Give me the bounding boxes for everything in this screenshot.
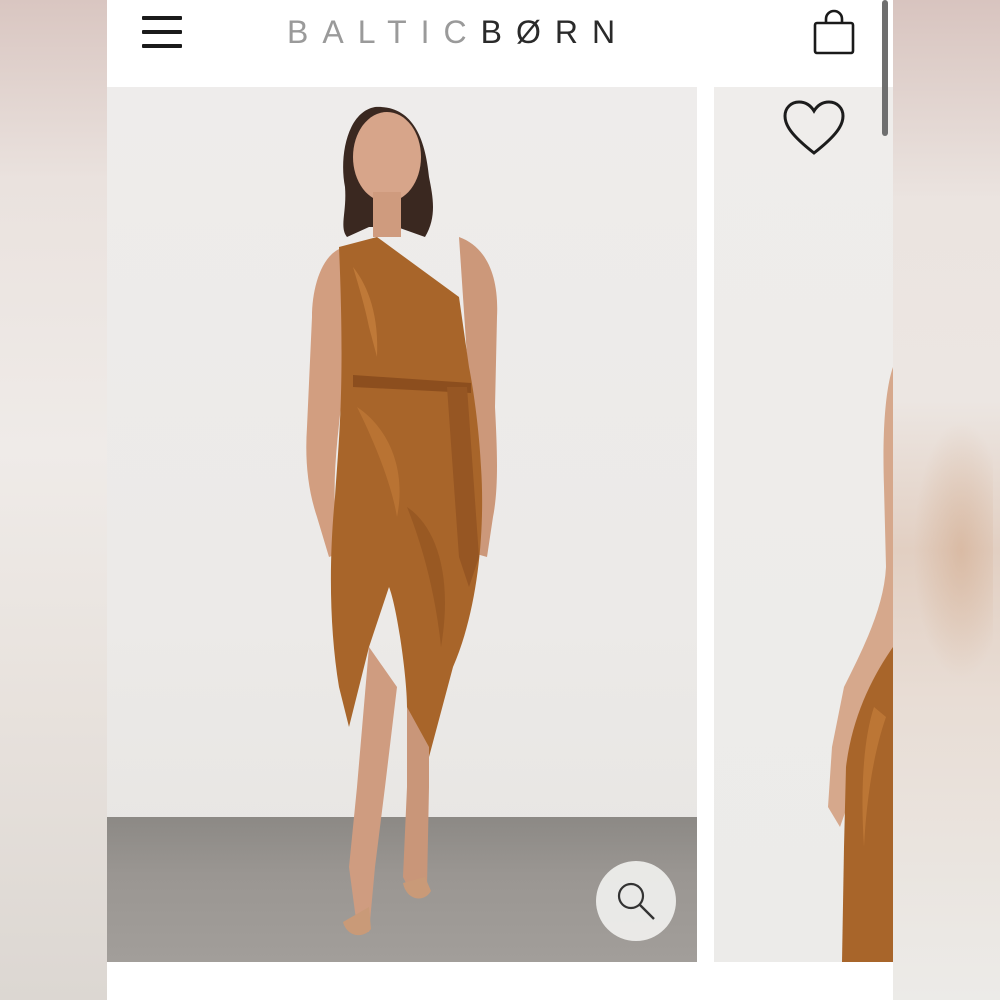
site-header: BALTICBØRN bbox=[107, 0, 893, 87]
page-content-below bbox=[107, 962, 893, 1000]
product-image-next[interactable] bbox=[714, 87, 893, 962]
shopping-bag-icon bbox=[813, 9, 855, 55]
wishlist-button[interactable] bbox=[781, 99, 847, 157]
heart-icon bbox=[783, 100, 845, 155]
brand-logo-light: BALTIC bbox=[287, 14, 481, 50]
magnifier-icon bbox=[617, 882, 655, 920]
model-partial-illustration bbox=[828, 367, 893, 962]
blurred-backdrop-right bbox=[893, 0, 1000, 1000]
zoom-button[interactable] bbox=[596, 861, 676, 941]
blurred-backdrop-left bbox=[0, 0, 107, 1000]
brand-logo[interactable]: BALTICBØRN bbox=[287, 14, 717, 50]
hamburger-menu-icon bbox=[142, 16, 182, 20]
menu-button[interactable] bbox=[140, 14, 184, 50]
scrollbar-thumb[interactable] bbox=[882, 0, 888, 136]
brand-logo-dark: BØRN bbox=[480, 14, 630, 50]
product-image-main[interactable] bbox=[107, 87, 697, 962]
model-illustration bbox=[306, 106, 498, 936]
shopping-bag-button[interactable] bbox=[813, 9, 855, 55]
phone-screen: BALTICBØRN bbox=[107, 0, 893, 1000]
